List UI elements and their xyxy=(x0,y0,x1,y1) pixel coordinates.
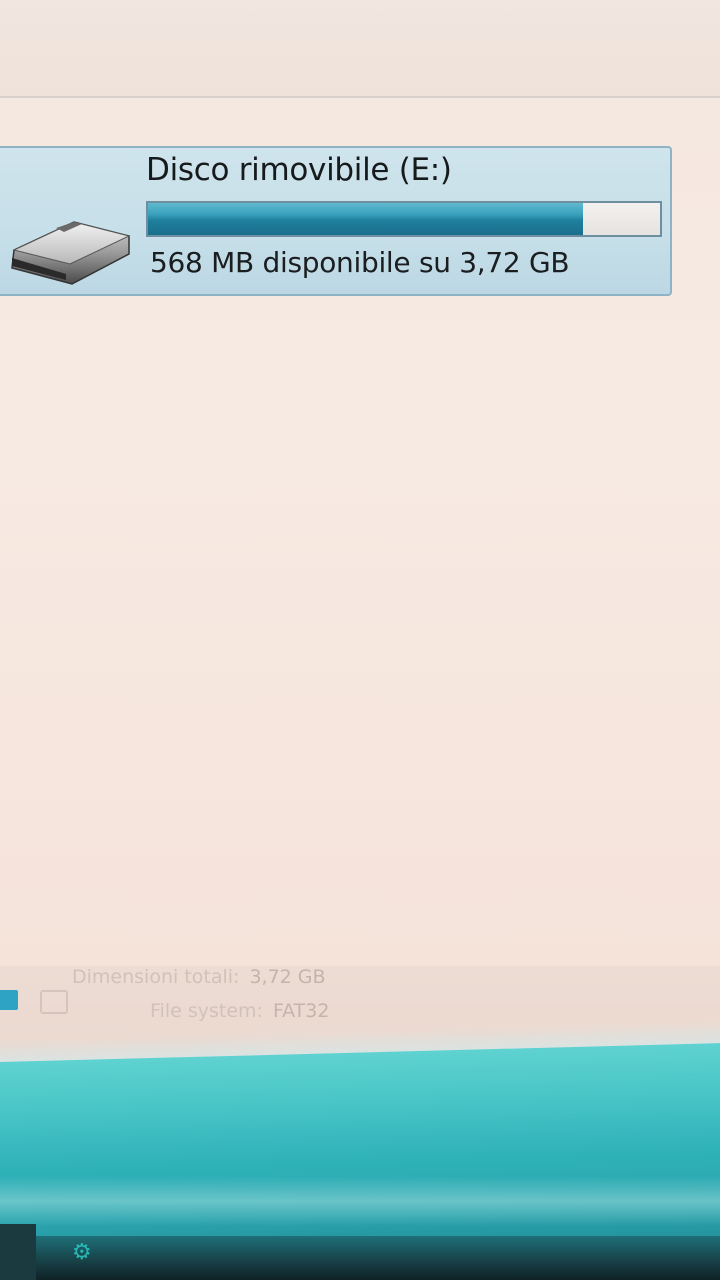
details-drive-icon xyxy=(40,990,68,1014)
drive-usage-fill xyxy=(148,203,584,235)
drive-free-space-label: 568 MB disponibile su 3,72 GB xyxy=(150,246,570,279)
detail-total-size: Dimensioni totali: 3,72 GB xyxy=(72,966,326,988)
details-thumbnail xyxy=(0,990,18,1010)
detail-file-system: File system: FAT32 xyxy=(150,1000,329,1022)
drive-usage-bar xyxy=(146,201,662,237)
bezel-corner xyxy=(0,1224,36,1280)
detail-fs-label: File system: xyxy=(150,1000,263,1022)
detail-size-value: 3,72 GB xyxy=(249,966,326,988)
tray-app-icon[interactable]: ⚙ xyxy=(72,1240,132,1268)
detail-size-label: Dimensioni totali: xyxy=(72,966,240,988)
detail-fs-value: FAT32 xyxy=(272,1000,330,1022)
drive-name-label: Disco rimovibile (E:) xyxy=(146,152,452,188)
toolbar-area xyxy=(0,0,720,98)
usb-drive-icon xyxy=(11,221,131,285)
taskbar-reflection xyxy=(0,1176,720,1226)
